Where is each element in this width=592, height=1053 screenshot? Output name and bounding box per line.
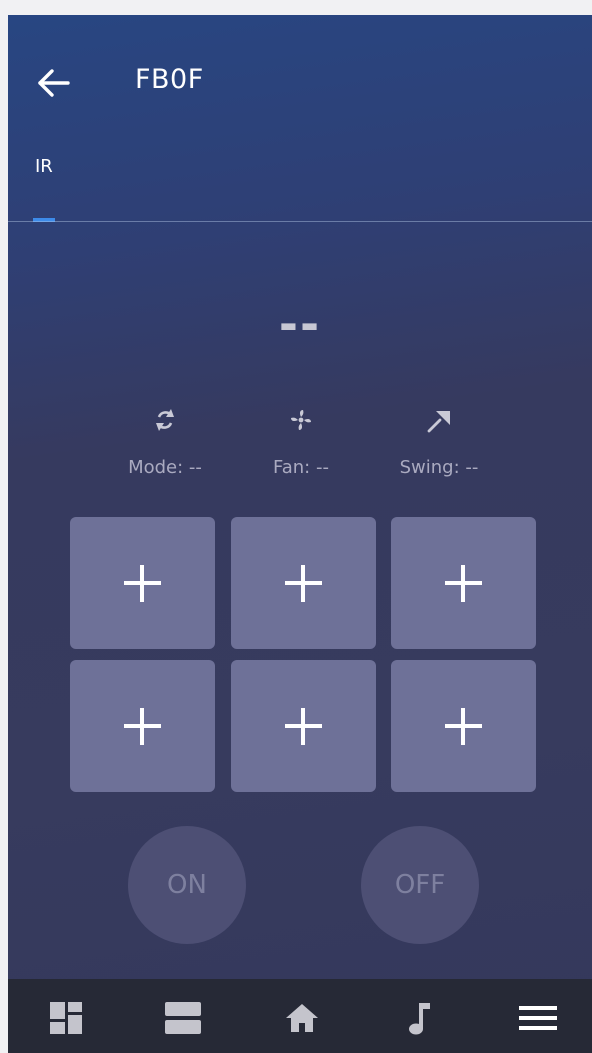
tab-ir[interactable]: IR [32,151,64,223]
power-on-button[interactable]: ON [128,826,246,944]
swing-icon [427,411,450,433]
add-key-button[interactable] [231,660,376,792]
nav-home[interactable] [284,1000,328,1044]
add-key-button[interactable] [231,517,376,649]
swing-label: Swing: -- [399,457,479,478]
app-header: FB0F IR [8,15,592,223]
add-key-button[interactable] [70,660,215,792]
nav-menu[interactable] [518,1000,562,1044]
add-key-button[interactable] [70,517,215,649]
rooms-icon [165,1002,201,1034]
bottom-nav [8,979,592,1053]
mode-label: Mode: -- [128,457,202,478]
temperature-display: -- [278,297,322,351]
home-icon [286,1004,318,1032]
mode-cycle-icon [156,409,174,431]
fan-status: Fan: -- [226,405,376,478]
nav-dashboard[interactable] [48,1000,92,1044]
arrow-left-icon [38,69,70,97]
power-off-button[interactable]: OFF [361,826,479,944]
swing-status: Swing: -- [364,405,514,478]
nav-rooms[interactable] [164,1000,208,1044]
add-key-button[interactable] [391,517,536,649]
back-button[interactable] [34,63,74,103]
music-note-icon [409,1003,430,1035]
ir-remote-screen: FB0F IR -- Mode: -- Fan: -- Swing: -- ON… [8,15,592,1053]
mode-status: Mode: -- [90,405,240,478]
tab-divider [8,221,592,222]
fan-icon [291,410,311,430]
page-title: FB0F [135,64,204,95]
nav-music[interactable] [406,1000,450,1044]
menu-icon [519,1006,557,1030]
dashboard-icon [50,1002,82,1034]
fan-label: Fan: -- [273,457,329,478]
tab-ir-label: IR [35,156,53,177]
add-key-button[interactable] [391,660,536,792]
